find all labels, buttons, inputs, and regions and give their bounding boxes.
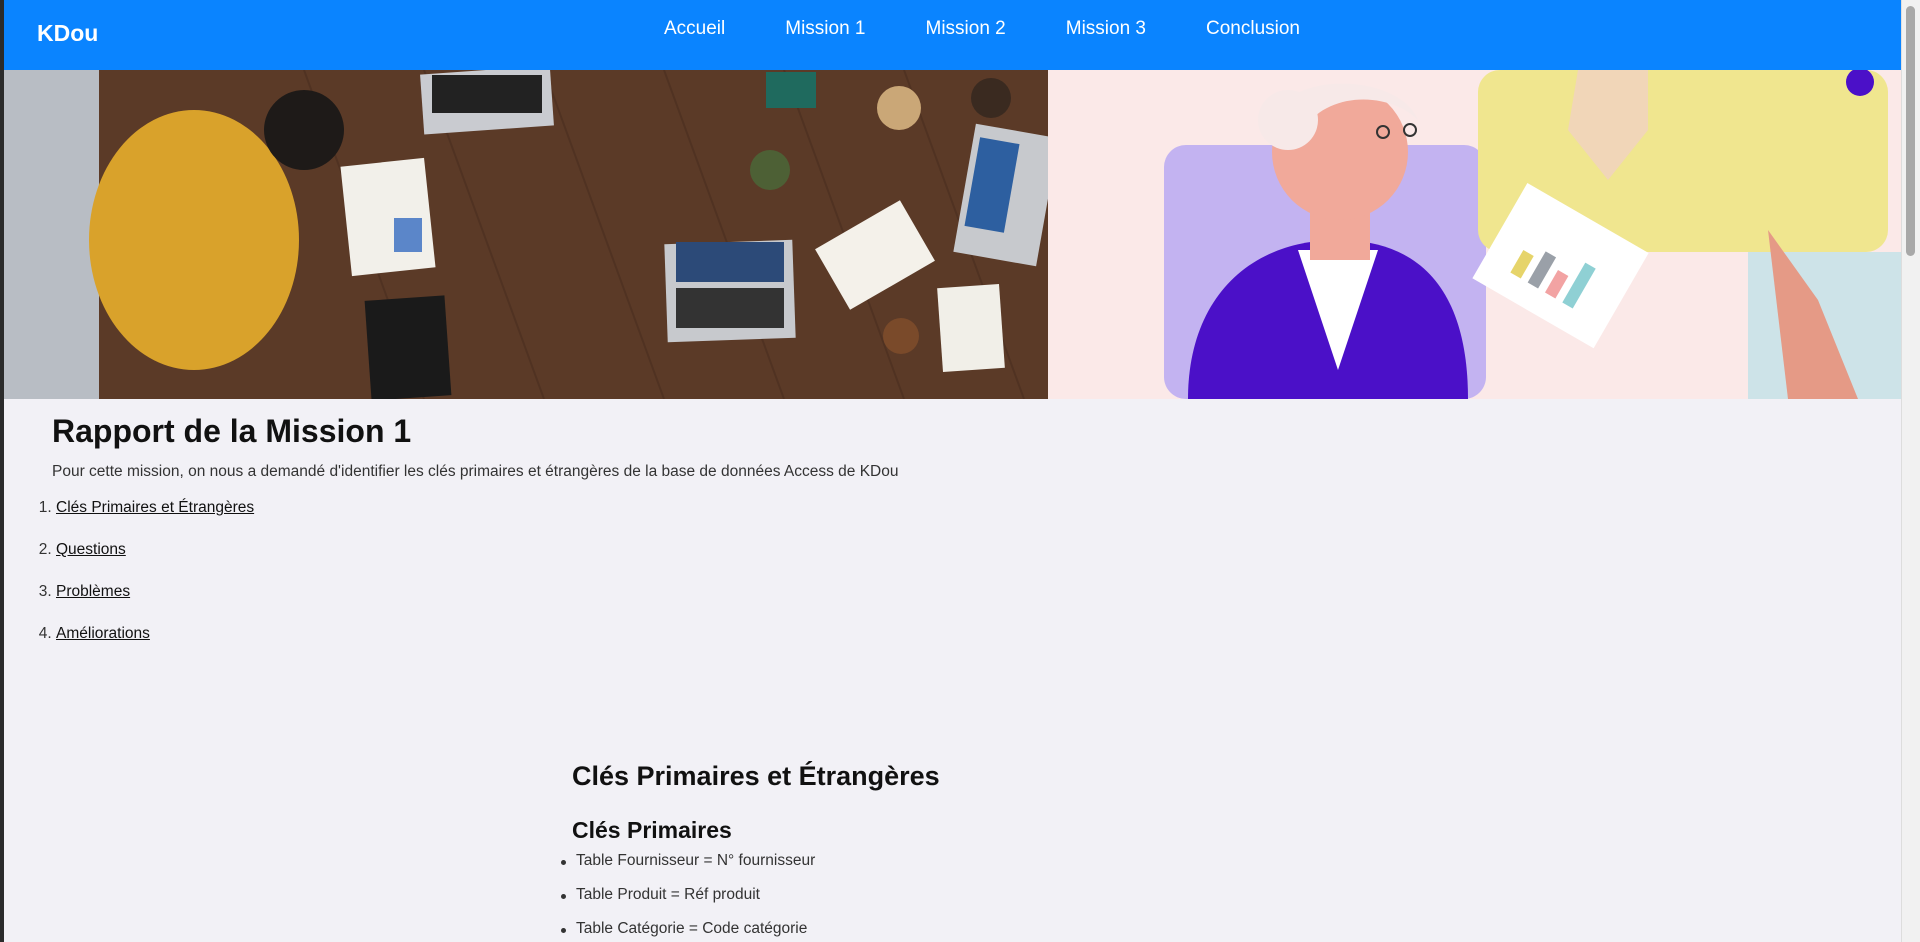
toc-item: Problèmes xyxy=(56,582,254,624)
toc-item: Questions xyxy=(56,540,254,582)
hero-banner xyxy=(4,70,1902,399)
nav-link-mission-1[interactable]: Mission 1 xyxy=(785,18,865,40)
list-item: Table Produit = Réf produit xyxy=(561,886,940,920)
hero-photo-desk xyxy=(4,70,1048,399)
nav-link-mission-2[interactable]: Mission 2 xyxy=(926,18,1006,40)
toc-link-problemes[interactable]: Problèmes xyxy=(56,583,130,600)
toc-link-cles[interactable]: Clés Primaires et Étrangères xyxy=(56,499,254,516)
nav-link-conclusion[interactable]: Conclusion xyxy=(1206,18,1300,40)
page-intro: Pour cette mission, on nous a demandé d'… xyxy=(52,463,899,480)
vertical-scrollbar[interactable] xyxy=(1901,0,1920,942)
nav-link-accueil[interactable]: Accueil xyxy=(664,18,725,40)
site-logo[interactable]: KDou xyxy=(37,20,98,47)
scrollbar-thumb[interactable] xyxy=(1906,6,1915,256)
toc-link-questions[interactable]: Questions xyxy=(56,541,126,558)
toc-item: Améliorations xyxy=(56,624,254,666)
list-item: Table Fournisseur = N° fournisseur xyxy=(561,852,940,886)
hero-illustration xyxy=(1048,70,1902,399)
section-cles: Clés Primaires et Étrangères Clés Primai… xyxy=(561,761,940,942)
section-title: Clés Primaires et Étrangères xyxy=(572,761,940,791)
primary-keys-list: Table Fournisseur = N° fournisseur Table… xyxy=(561,852,940,942)
page-title: Rapport de la Mission 1 xyxy=(52,413,412,449)
section-subtitle: Clés Primaires xyxy=(572,817,732,843)
nav-menu: Accueil Mission 1 Mission 2 Mission 3 Co… xyxy=(664,18,1300,40)
navbar: KDou Accueil Mission 1 Mission 2 Mission… xyxy=(4,0,1902,70)
nav-link-mission-3[interactable]: Mission 3 xyxy=(1066,18,1146,40)
page: KDou Accueil Mission 1 Mission 2 Mission… xyxy=(0,0,1902,942)
toc-link-ameliorations[interactable]: Améliorations xyxy=(56,625,150,642)
toc-item: Clés Primaires et Étrangères xyxy=(56,498,254,540)
table-of-contents: Clés Primaires et Étrangères Questions P… xyxy=(24,498,254,666)
list-item: Table Catégorie = Code catégorie xyxy=(561,920,940,942)
